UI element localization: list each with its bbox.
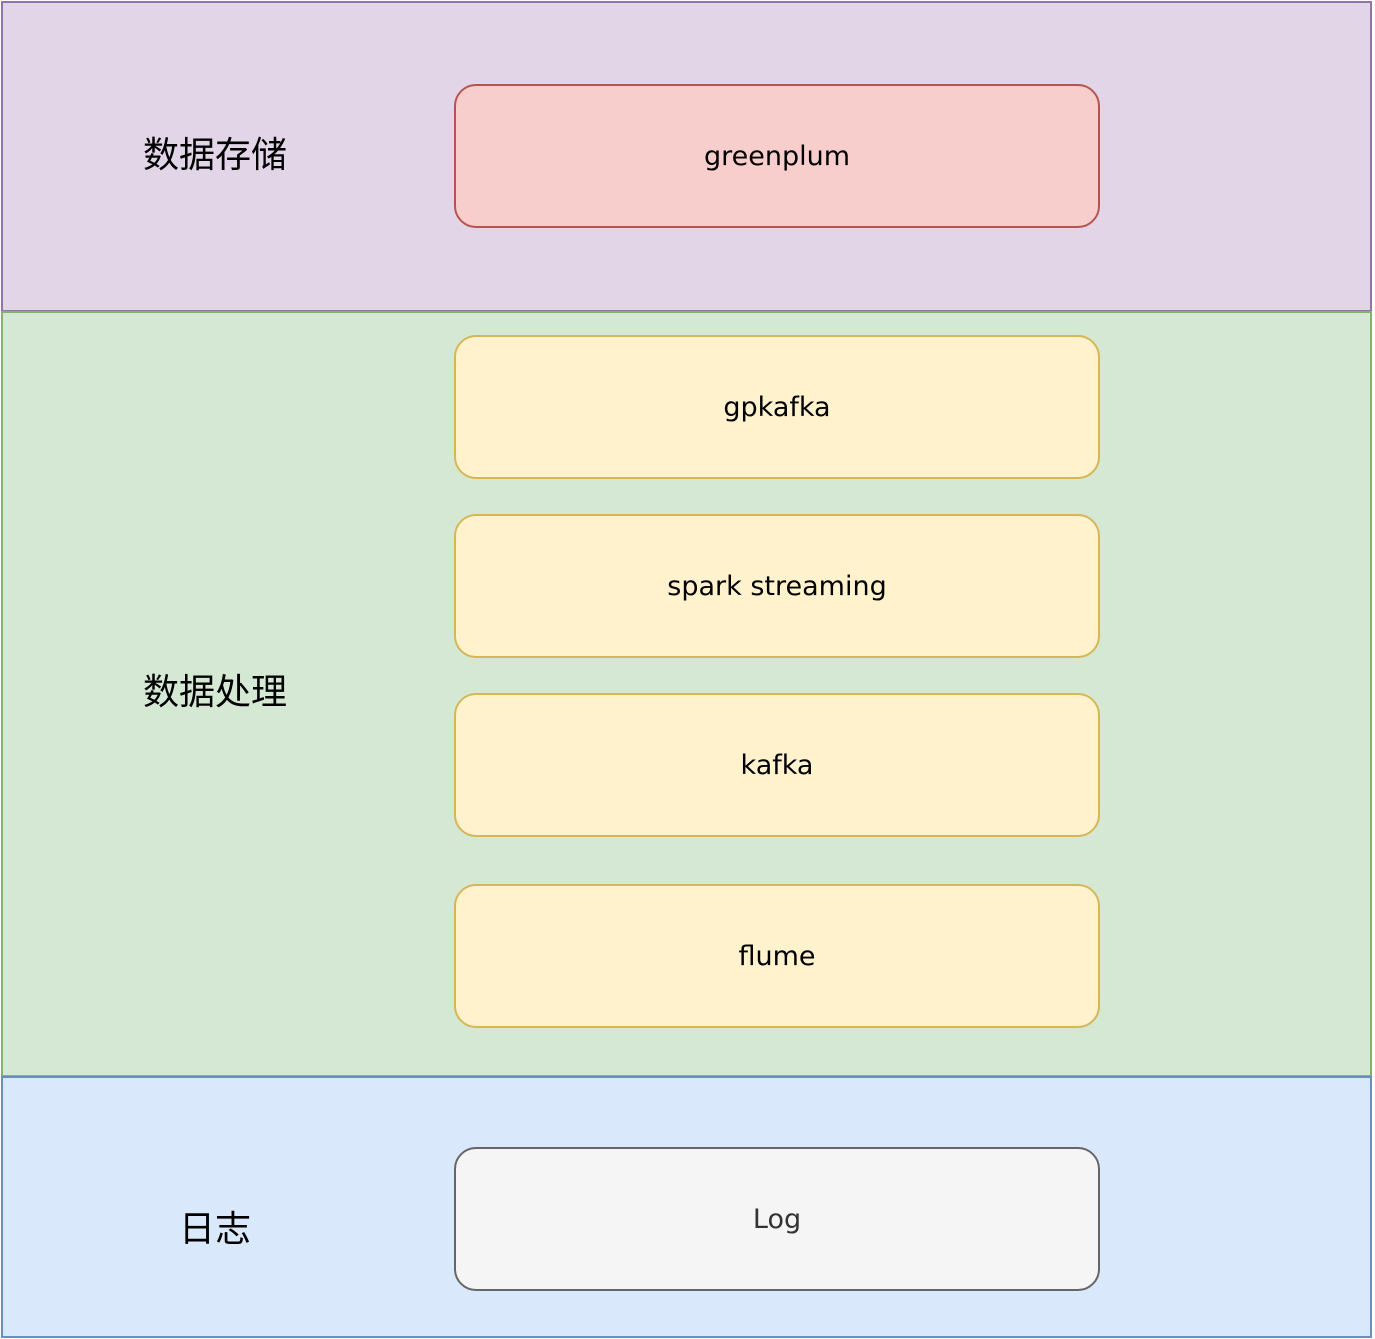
- layer-label-data-storage: 数据存储: [142, 135, 287, 176]
- node-greenplum[interactable]: greenplum: [454, 84, 1100, 228]
- node-spark-streaming[interactable]: spark streaming: [454, 514, 1100, 658]
- node-kafka[interactable]: kafka: [454, 693, 1100, 837]
- layer-label-log: 日志: [178, 1209, 251, 1250]
- node-gpkafka[interactable]: gpkafka: [454, 335, 1100, 479]
- node-log[interactable]: Log: [454, 1147, 1100, 1291]
- node-flume[interactable]: flume: [454, 884, 1100, 1028]
- layer-label-data-processing: 数据处理: [142, 672, 287, 713]
